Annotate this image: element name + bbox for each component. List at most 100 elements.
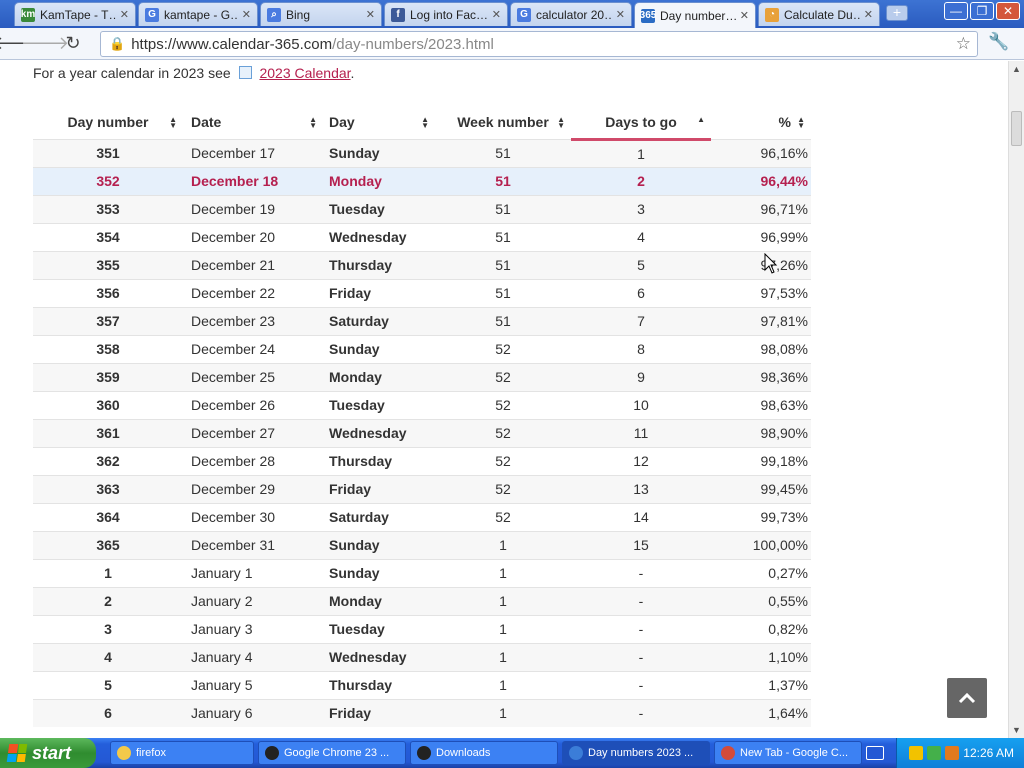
- intro-text: For a year calendar in 2023 see: [33, 65, 231, 81]
- header-label: Day: [329, 114, 355, 131]
- day-numbers-table: Day number ▲ ▼ Date ▲ ▼ Day ▲ ▼ Week number ▲ ▼ …: [33, 106, 811, 727]
- weekday-cell: Thursday: [329, 257, 393, 273]
- tab-close-icon[interactable]: ✕: [740, 9, 749, 22]
- percent-cell: 99,45%: [760, 481, 808, 497]
- taskbar-button[interactable]: Day numbers 2023 ...: [562, 741, 710, 765]
- days-to-go-cell: -: [638, 677, 644, 693]
- date-cell: December 22: [191, 285, 276, 301]
- calendar-link[interactable]: 2023 Calendar: [259, 65, 350, 81]
- taskbar-button[interactable]: firefox: [110, 741, 254, 765]
- days-to-go-cell: 9: [637, 369, 645, 385]
- tab-close-icon[interactable]: ✕: [366, 8, 375, 21]
- day-number-cell: 360: [96, 397, 120, 413]
- browser-tab[interactable]: ◔ Calculate Du… ✕: [758, 2, 880, 26]
- tab-label: kamtape - G…: [164, 7, 238, 22]
- reload-button[interactable]: ↻: [60, 31, 86, 57]
- table-row: 355 December 21 Thursday 51 5 97,26%: [33, 251, 811, 279]
- days-to-go-cell: 13: [633, 481, 649, 497]
- day-number-cell: 351: [96, 145, 120, 161]
- tab-close-icon[interactable]: ✕: [242, 8, 251, 21]
- week-number-cell: 1: [499, 677, 507, 693]
- tab-close-icon[interactable]: ✕: [492, 8, 501, 21]
- tab-close-icon[interactable]: ✕: [864, 8, 873, 21]
- percent-cell: 0,82%: [768, 621, 808, 637]
- tab-label: Bing: [286, 7, 311, 22]
- weekday-cell: Friday: [329, 705, 372, 722]
- browser-tab[interactable]: km KamTape - T… ✕: [14, 2, 136, 26]
- scroll-down-arrow-icon[interactable]: ▼: [1009, 722, 1024, 738]
- header-days-to-go[interactable]: Days to go ▲: [571, 106, 711, 141]
- close-window-button[interactable]: ✕: [996, 2, 1020, 20]
- taskbar-button[interactable]: Downloads: [410, 741, 558, 765]
- days-to-go-cell: -: [638, 621, 644, 637]
- browser-tab[interactable]: 365 Day number… ✕: [634, 2, 756, 28]
- browser-tab[interactable]: Gkamtape - G… ✕: [138, 2, 258, 26]
- header-week-number[interactable]: Week number ▲ ▼: [435, 106, 571, 139]
- day-number-cell: 4: [104, 649, 112, 665]
- day-number-cell: 357: [96, 313, 120, 329]
- scrollbar-thumb[interactable]: [1011, 111, 1022, 146]
- week-number-cell: 1: [499, 593, 507, 609]
- percent-cell: 96,44%: [760, 173, 808, 189]
- address-bar[interactable]: 🔒 https://www.calendar-365.com/day-numbe…: [100, 31, 978, 57]
- date-cell: December 20: [191, 229, 276, 245]
- table-row: 1 January 1 Sunday 1 - 0,27%: [33, 559, 811, 587]
- taskbar-button[interactable]: Google Chrome 23 ...: [258, 741, 406, 765]
- header-date[interactable]: Date ▲ ▼: [183, 106, 323, 139]
- minimize-button[interactable]: —: [944, 2, 968, 20]
- vertical-scrollbar[interactable]: ▲ ▼: [1008, 61, 1024, 738]
- date-cell: December 28: [191, 453, 276, 469]
- browser-tab[interactable]: ⌕ Bing ✕: [260, 2, 382, 26]
- bookmark-star-icon[interactable]: ☆: [956, 34, 971, 54]
- date-cell: December 18: [191, 173, 279, 189]
- percent-cell: 98,08%: [760, 341, 808, 357]
- day-number-cell: 353: [96, 201, 120, 217]
- header-percent[interactable]: % ▲ ▼: [711, 106, 811, 139]
- browser-tab[interactable]: Gcalculator 20… ✕: [510, 2, 632, 26]
- scroll-to-top-button[interactable]: [947, 678, 987, 718]
- start-label: start: [32, 742, 72, 763]
- network-icon[interactable]: [927, 746, 942, 760]
- date-cell: December 31: [191, 537, 276, 553]
- security-shield-icon[interactable]: [909, 746, 924, 760]
- new-tab-button[interactable]: +: [886, 5, 908, 21]
- tab-close-icon[interactable]: ✕: [616, 8, 625, 21]
- week-number-cell: 51: [495, 313, 511, 329]
- table-row: 356 December 22 Friday 51 6 97,53%: [33, 279, 811, 307]
- scroll-up-arrow-icon[interactable]: ▲: [1009, 61, 1024, 77]
- day-number-cell: 1: [104, 565, 112, 581]
- header-label: Days to go: [605, 113, 677, 130]
- days-to-go-cell: 12: [633, 453, 649, 469]
- weekday-cell: Saturday: [329, 509, 389, 525]
- table-row: 6 January 6 Friday 1 - 1,64%: [33, 699, 811, 727]
- day-number-cell: 358: [96, 341, 120, 357]
- header-day[interactable]: Day ▲ ▼: [323, 106, 435, 139]
- week-number-cell: 51: [495, 229, 511, 245]
- taskbar-button[interactable]: New Tab - Google C...: [714, 741, 862, 765]
- tab-close-icon[interactable]: ✕: [120, 8, 129, 21]
- days-to-go-cell: 1: [637, 145, 645, 162]
- search-tray-icon[interactable]: [945, 746, 960, 760]
- week-number-cell: 1: [499, 621, 507, 637]
- weekday-cell: Monday: [329, 593, 382, 609]
- days-to-go-cell: -: [638, 649, 644, 665]
- browser-toolbar: 🡐 🡒 ↻ 🔒 https://www.calendar-365.com/day…: [0, 28, 1024, 60]
- percent-cell: 0,55%: [768, 593, 808, 609]
- start-button[interactable]: start: [0, 738, 96, 768]
- table-row: 361 December 27 Wednesday 52 11 98,90%: [33, 419, 811, 447]
- restore-button[interactable]: ❐: [970, 2, 994, 20]
- sort-icon: ▲ ▼: [169, 115, 177, 130]
- table-row: 357 December 23 Saturday 51 7 97,81%: [33, 307, 811, 335]
- browser-tab[interactable]: f Log into Fac… ✕: [384, 2, 508, 26]
- wrench-menu-icon[interactable]: 🔧: [988, 32, 1009, 52]
- weekday-cell: Friday: [329, 481, 372, 497]
- percent-cell: 96,16%: [760, 145, 808, 161]
- table-row: 363 December 29 Friday 52 13 99,45%: [33, 475, 811, 503]
- date-cell: December 25: [191, 369, 276, 385]
- forward-button[interactable]: 🡒: [21, 31, 69, 57]
- weekday-cell: Wednesday: [329, 425, 407, 441]
- language-bar-icon[interactable]: [866, 746, 884, 760]
- sort-ascending-icon: ▲: [697, 115, 705, 124]
- percent-cell: 97,26%: [760, 257, 808, 273]
- header-day-number[interactable]: Day number ▲ ▼: [33, 106, 183, 139]
